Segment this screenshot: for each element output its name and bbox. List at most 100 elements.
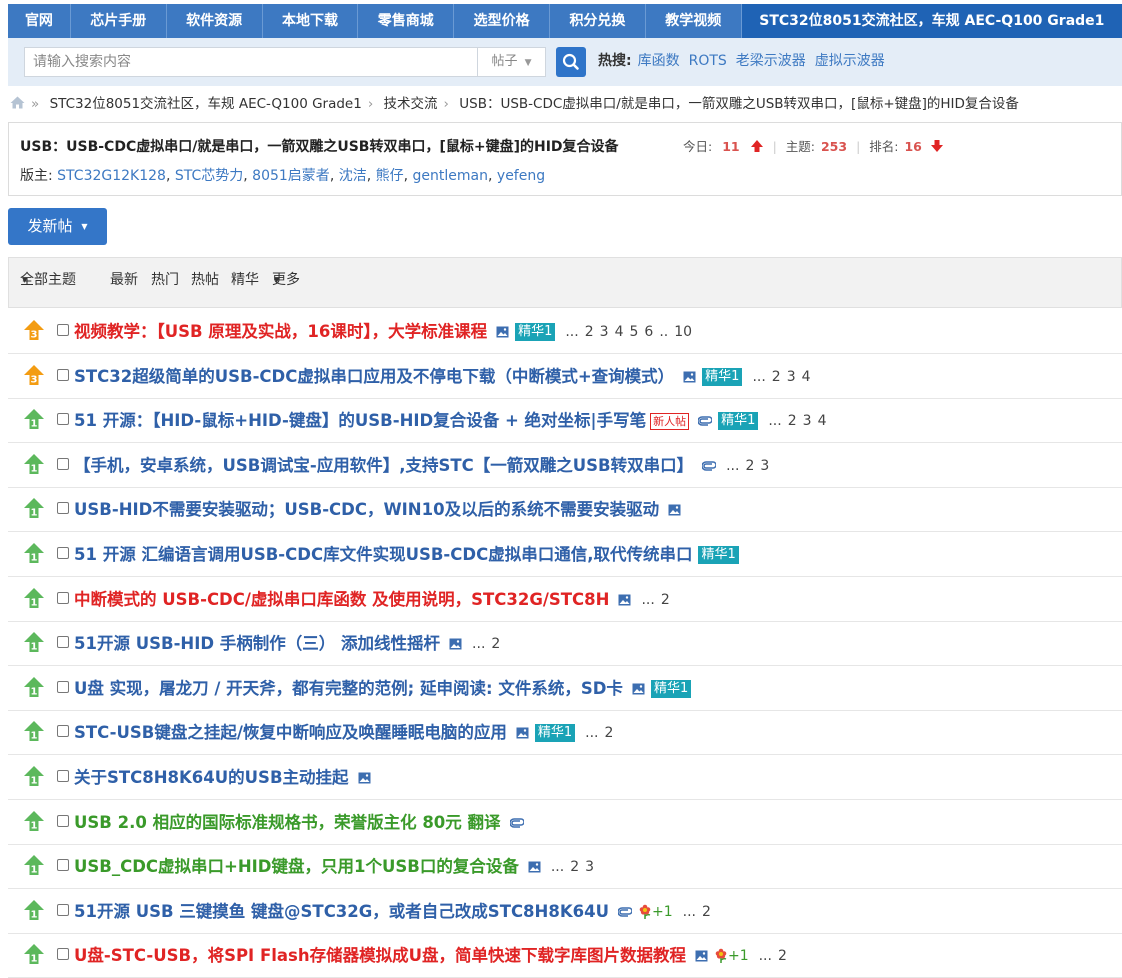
breadcrumb-community[interactable]: STC32位8051交流社区，车规 AEC-Q100 Grade1 xyxy=(50,96,362,112)
thread-checkbox[interactable] xyxy=(57,324,69,336)
page-link[interactable]: 2 xyxy=(778,948,787,964)
filter-digest[interactable]: 精华 xyxy=(231,258,259,303)
thread-title[interactable]: USB 2.0 相应的国际标准规格书，荣誉版主化 80元 翻译 xyxy=(74,801,501,845)
thread-checkbox[interactable] xyxy=(57,814,69,827)
thread-title[interactable]: USB_CDC虚拟串口+HID键盘，只用1个USB口的复合设备 xyxy=(74,845,519,889)
page-link[interactable]: 2 xyxy=(702,904,711,920)
thread-checkbox[interactable] xyxy=(57,770,69,782)
thread-row: 1 关于STC8H8K64U的USB主动挂起 xyxy=(8,756,1122,800)
search-type-select[interactable]: 帖子 ▼ xyxy=(478,47,546,77)
search-button[interactable] xyxy=(556,47,586,77)
hot-search-link[interactable]: 老梁示波器 xyxy=(736,53,806,69)
page-ellipsis: ... xyxy=(641,591,655,608)
thread-title[interactable]: U盘-STC-USB，将SPI Flash存储器模拟成U盘，简单快速下载字库图片… xyxy=(74,934,686,978)
pin-3-icon: 3 xyxy=(23,319,45,341)
breadcrumb-tech-exchange[interactable]: 技术交流 xyxy=(384,96,438,112)
nav-item[interactable]: 零售商城 xyxy=(358,4,455,38)
thread-checkbox[interactable] xyxy=(57,636,69,649)
image-icon xyxy=(683,371,696,383)
thread-checkbox[interactable] xyxy=(57,725,69,738)
page-link[interactable]: 4 xyxy=(802,369,811,385)
thread-checkbox[interactable] xyxy=(57,680,69,693)
filter-latest[interactable]: 最新 xyxy=(110,258,138,303)
thread-line: 51开源 USB 三键摸鱼 键盘@STC32G，或者自己改成STC8H8K64U… xyxy=(74,890,717,934)
thread-title[interactable]: 51 开源 汇编语言调用USB-CDC库文件实现USB-CDC虚拟串口通信,取代… xyxy=(74,533,692,577)
moderator-link[interactable]: 沈洁 xyxy=(339,168,367,184)
thread-checkbox[interactable] xyxy=(57,903,69,916)
nav-item[interactable]: 软件资源 xyxy=(167,4,263,38)
nav-item[interactable]: 芯片手册 xyxy=(71,4,167,38)
thread-title[interactable]: 51开源 USB-HID 手柄制作（三） 添加线性摇杆 xyxy=(74,622,440,666)
hot-search-link[interactable]: ROTS xyxy=(689,53,727,69)
page-link[interactable]: 10 xyxy=(674,324,692,340)
thread-title[interactable]: 51 开源：【HID-鼠标+HID-键盘】的USB-HID复合设备 + 绝对坐标… xyxy=(74,399,646,443)
digest-badge[interactable]: 精华1 xyxy=(534,724,576,743)
breadcrumb-forum[interactable]: USB：USB-CDC虚拟串口/就是串口，一箭双雕之USB转双串口，[鼠标+键盘… xyxy=(459,96,1019,112)
page-link[interactable]: 2 xyxy=(745,458,754,474)
page-link[interactable]: 6 xyxy=(644,324,653,340)
digest-badge[interactable]: 精华1 xyxy=(702,367,743,386)
page-link[interactable]: 3 xyxy=(803,413,812,429)
nav-item-active[interactable]: STC32位8051交流社区，车规 AEC-Q100 Grade1 xyxy=(741,4,1122,38)
filter-hot-posts[interactable]: 热帖 xyxy=(191,258,219,303)
nav-item[interactable]: 官网 xyxy=(8,4,71,38)
thread-title[interactable]: U盘 实现，屠龙刀 / 开天斧，都有完整的范例; 延申阅读: 文件系统，SD卡 xyxy=(74,667,623,711)
thread-title[interactable]: 【手机，安卓系统，USB调试宝-应用软件】,支持STC【一箭双雕之USB转双串口… xyxy=(74,444,693,488)
thread-pages: ... 2 3 xyxy=(551,845,600,889)
page-link[interactable]: 2 xyxy=(788,413,797,429)
page-link[interactable]: 2 xyxy=(491,636,500,652)
thread-title[interactable]: 视频教学：【USB 原理及实战，16课时】，大学标准课程 xyxy=(74,310,487,354)
thread-checkbox[interactable] xyxy=(57,457,69,470)
page-link[interactable]: 2 xyxy=(585,324,594,340)
page-link[interactable]: 2 xyxy=(772,369,781,385)
digest-badge[interactable]: 精华1 xyxy=(515,323,556,341)
moderator-link[interactable]: 8051启蒙者 xyxy=(252,168,330,184)
moderator-link[interactable]: gentleman xyxy=(413,168,488,184)
page-link[interactable]: 5 xyxy=(629,324,638,340)
search-input[interactable] xyxy=(24,47,478,77)
thread-title[interactable]: 中断模式的 USB-CDC/虚拟串口库函数 及使用说明，STC32G/STC8H xyxy=(74,578,609,622)
caret-down-icon: ▼ xyxy=(524,58,532,68)
page-link[interactable]: 4 xyxy=(818,413,827,429)
thread-title[interactable]: 51开源 USB 三键摸鱼 键盘@STC32G，或者自己改成STC8H8K64U xyxy=(74,890,609,934)
thread-checkbox[interactable] xyxy=(57,859,69,872)
page-link[interactable]: 4 xyxy=(615,324,624,340)
thread-title[interactable]: USB-HID不需要安装驱动；USB-CDC，WIN10及以后的系统不需要安装驱… xyxy=(74,488,659,532)
thread-checkbox[interactable] xyxy=(57,547,69,559)
thread-checkbox[interactable] xyxy=(57,948,69,961)
page-link[interactable]: 3 xyxy=(760,458,769,474)
thread-title[interactable]: STC-USB键盘之挂起/恢复中断响应及唤醒睡眠电脑的应用 xyxy=(74,711,507,755)
thread-title[interactable]: STC32超级简单的USB-CDC虚拟串口应用及不停电下载（中断模式+查询模式） xyxy=(74,355,674,399)
digest-badge[interactable]: 精华1 xyxy=(698,546,739,564)
nav-item[interactable]: 本地下载 xyxy=(263,4,359,38)
thread-line: U盘 实现，屠龙刀 / 开天斧，都有完整的范例; 延申阅读: 文件系统，SD卡 精… xyxy=(74,667,692,711)
home-icon[interactable] xyxy=(10,96,25,109)
page-link[interactable]: 2 xyxy=(605,725,614,741)
svg-text:1: 1 xyxy=(31,865,38,876)
thread-title[interactable]: 关于STC8H8K64U的USB主动挂起 xyxy=(74,756,349,800)
hot-search-link[interactable]: 库函数 xyxy=(638,53,680,69)
page-link[interactable]: 3 xyxy=(787,369,796,385)
nav-item[interactable]: 选型价格 xyxy=(454,4,551,38)
thread-checkbox[interactable] xyxy=(57,368,69,381)
nav-item[interactable]: 积分兑换 xyxy=(550,4,646,38)
filter-hot[interactable]: 热门 xyxy=(151,258,179,303)
moderator-link[interactable]: STC32G12K128 xyxy=(57,168,166,184)
pin-1-icon: 1 xyxy=(23,408,45,430)
digest-badge[interactable]: 精华1 xyxy=(650,679,692,698)
moderator-link[interactable]: STC芯势力 xyxy=(175,168,243,184)
flower-icon xyxy=(639,904,651,919)
new-post-button[interactable]: 发新帖 ▼ xyxy=(8,208,107,245)
moderator-link[interactable]: yefeng xyxy=(497,168,545,184)
page-link[interactable]: 3 xyxy=(585,859,594,875)
nav-item[interactable]: 教学视频 xyxy=(646,4,742,38)
thread-checkbox[interactable] xyxy=(57,591,69,604)
page-link[interactable]: 2 xyxy=(570,859,579,875)
page-link[interactable]: 2 xyxy=(661,592,670,608)
page-link[interactable]: 3 xyxy=(600,324,609,340)
digest-badge[interactable]: 精华1 xyxy=(718,412,759,431)
moderator-link[interactable]: 熊仔 xyxy=(376,168,404,184)
hot-search-link[interactable]: 虚拟示波器 xyxy=(815,53,885,69)
thread-checkbox[interactable] xyxy=(57,413,69,426)
thread-checkbox[interactable] xyxy=(57,502,69,515)
